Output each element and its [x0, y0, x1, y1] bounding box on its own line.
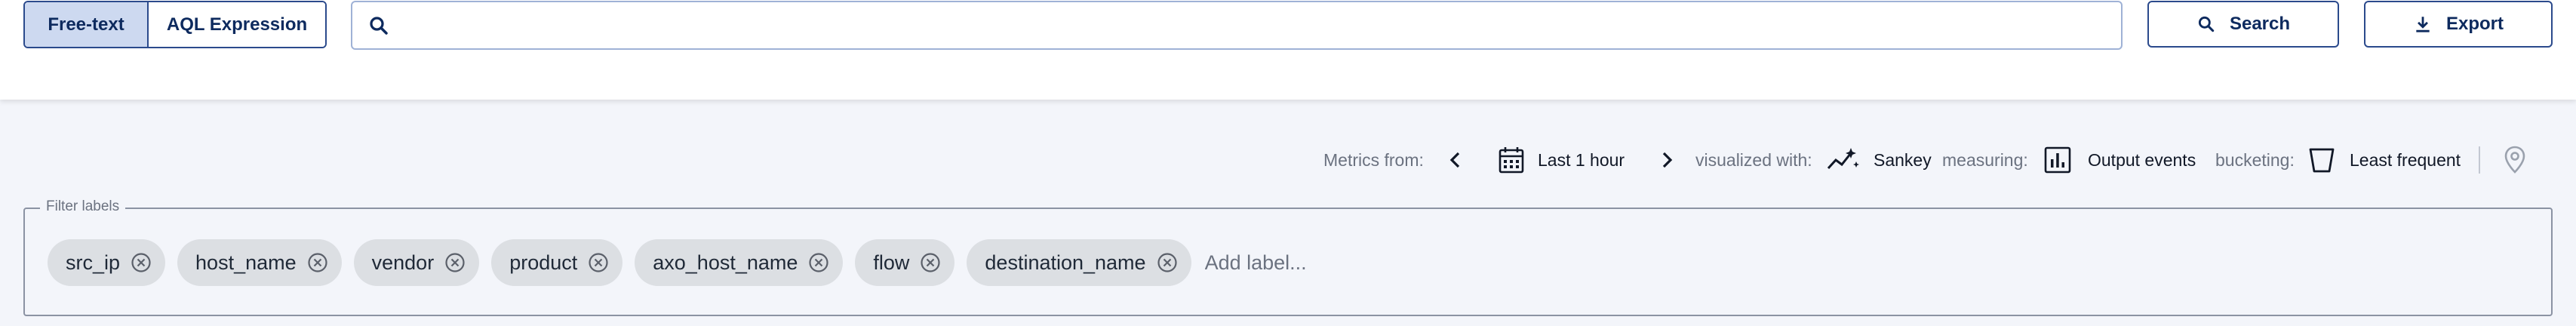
- filter-labels-box: Filter labels src_ip host_name vendor pr…: [23, 198, 2553, 316]
- location-pin-icon: [2504, 146, 2525, 174]
- remove-chip-icon[interactable]: [444, 252, 466, 273]
- remove-chip-icon[interactable]: [920, 252, 941, 273]
- label-chip-text: vendor: [371, 251, 435, 274]
- label-chip-text: destination_name: [985, 251, 1146, 274]
- remove-chip-icon[interactable]: [588, 252, 609, 273]
- metrics-toolbar: Metrics from: Last 1 hour visualized wit…: [0, 142, 2576, 178]
- visualized-with-label: visualized with:: [1695, 149, 1812, 170]
- search-icon: [2198, 16, 2215, 32]
- search-field: [351, 1, 2123, 50]
- label-chip: product: [491, 239, 623, 286]
- remove-chip-icon[interactable]: [307, 252, 328, 273]
- label-chip-text: axo_host_name: [653, 251, 798, 274]
- label-chip-list: src_ip host_name vendor product axo_host…: [48, 239, 1431, 286]
- search-icon: [370, 16, 388, 35]
- label-chip-text: product: [509, 251, 578, 274]
- next-range-button[interactable]: [1658, 142, 1675, 178]
- label-chip: flow: [855, 239, 955, 286]
- search-input[interactable]: [401, 2, 2121, 48]
- metrics-from-label: Metrics from:: [1323, 149, 1424, 170]
- chevron-right-icon: [1662, 152, 1673, 168]
- bucket-icon[interactable]: [2307, 142, 2336, 178]
- filter-labels-legend: Filter labels: [40, 198, 126, 215]
- chevron-left-icon: [1449, 152, 1460, 168]
- label-chip: src_ip: [48, 239, 166, 286]
- remove-chip-icon[interactable]: [808, 252, 829, 273]
- label-chip-text: host_name: [195, 251, 297, 274]
- query-mode-toggle: Free-text AQL Expression: [23, 1, 327, 48]
- top-bar: Free-text AQL Expression Search Export: [0, 0, 2576, 100]
- add-label-input[interactable]: [1204, 244, 1431, 281]
- measure-value[interactable]: Output events: [2088, 142, 2196, 178]
- search-button[interactable]: Search: [2147, 1, 2339, 48]
- toolbar-divider: [2479, 146, 2480, 174]
- previous-range-button[interactable]: [1447, 142, 1464, 178]
- label-chip: destination_name: [967, 239, 1191, 286]
- label-chip: vendor: [353, 239, 480, 286]
- calendar-icon[interactable]: [1498, 142, 1525, 178]
- export-button-label: Export: [2445, 14, 2504, 34]
- export-button[interactable]: Export: [2364, 1, 2553, 48]
- bucketing-value[interactable]: Least frequent: [2350, 142, 2461, 178]
- visualization-value[interactable]: Sankey: [1874, 142, 1932, 178]
- label-chip: axo_host_name: [635, 239, 844, 286]
- remove-chip-icon[interactable]: [131, 252, 152, 273]
- download-icon: [2416, 17, 2430, 32]
- label-chip: host_name: [177, 239, 342, 286]
- bucketing-label: bucketing:: [2215, 149, 2295, 170]
- search-button-label: Search: [2229, 14, 2291, 34]
- measuring-label: measuring:: [1942, 149, 2028, 170]
- free-text-mode-button[interactable]: Free-text: [25, 2, 149, 47]
- label-chip-text: flow: [873, 251, 910, 274]
- time-range-value[interactable]: Last 1 hour: [1538, 142, 1625, 178]
- location-pin-button[interactable]: [2502, 142, 2528, 178]
- remove-chip-icon[interactable]: [1157, 252, 1178, 273]
- sankey-icon[interactable]: [1826, 142, 1861, 178]
- label-chip-text: src_ip: [66, 251, 121, 274]
- bar-chart-icon[interactable]: [2043, 142, 2072, 178]
- aql-expression-mode-button[interactable]: AQL Expression: [149, 2, 325, 47]
